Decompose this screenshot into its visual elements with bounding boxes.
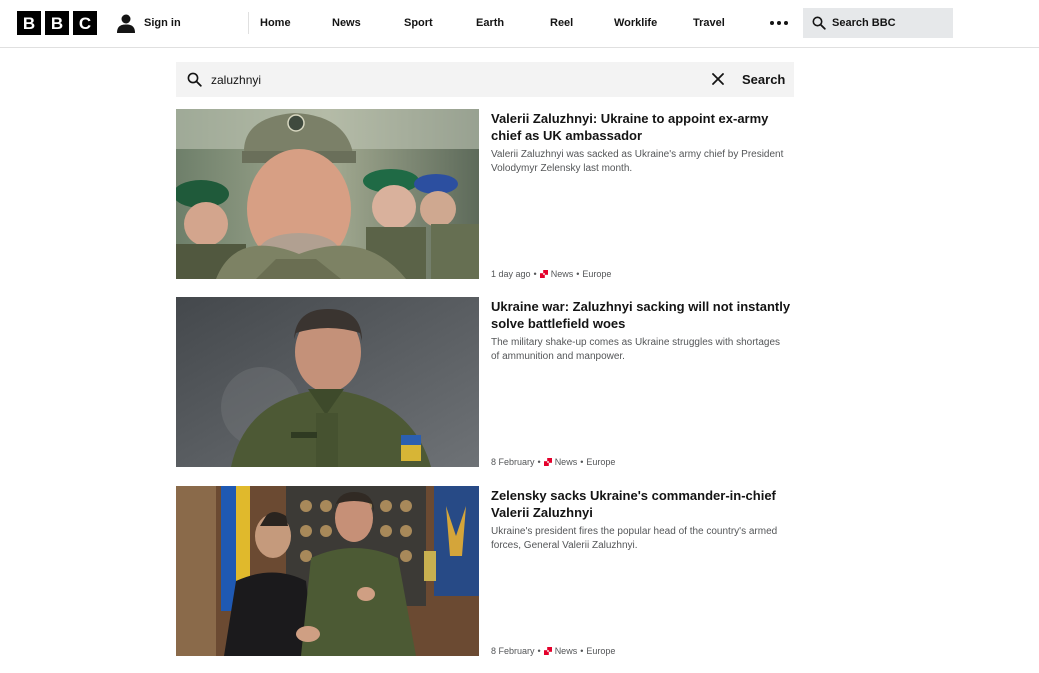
result-thumbnail[interactable]: [176, 109, 479, 279]
news-section-icon: [539, 270, 548, 278]
result-title[interactable]: Zelensky sacks Ukraine's commander-in-ch…: [491, 486, 791, 521]
signin-link[interactable]: Sign in: [116, 11, 181, 35]
search-result: Zelensky sacks Ukraine's commander-in-ch…: [176, 486, 794, 656]
result-subsection[interactable]: Europe: [586, 457, 615, 467]
header-search-box[interactable]: Search BBC: [803, 8, 953, 38]
more-dot: [784, 21, 788, 25]
meta-separator: •: [580, 646, 584, 656]
nav-news[interactable]: News: [332, 17, 361, 29]
search-result: Ukraine war: Zaluzhnyi sacking will not …: [176, 297, 794, 467]
meta-separator: •: [580, 457, 584, 467]
result-description: The military shake-up comes as Ukraine s…: [491, 337, 781, 362]
result-time: 8 February: [491, 646, 535, 656]
logo-letter-c: C: [73, 11, 97, 35]
result-body: Ukraine war: Zaluzhnyi sacking will not …: [491, 297, 791, 467]
more-dot: [770, 21, 774, 25]
result-meta: 8 February • News • Europe: [491, 646, 615, 656]
result-time: 8 February: [491, 457, 535, 467]
result-subsection[interactable]: Europe: [582, 269, 611, 279]
nav-home[interactable]: Home: [260, 17, 291, 29]
logo-letter-b2: B: [45, 11, 69, 35]
result-image: [176, 297, 479, 467]
result-subsection[interactable]: Europe: [586, 646, 615, 656]
news-section-icon: [543, 458, 552, 466]
search-input[interactable]: [211, 62, 691, 97]
result-meta: 1 day ago • News • Europe: [491, 269, 611, 279]
nav-reel[interactable]: Reel: [550, 17, 573, 29]
more-dots-icon[interactable]: [770, 21, 788, 25]
result-section[interactable]: News: [555, 646, 578, 656]
search-icon: [812, 16, 826, 30]
more-dot: [777, 21, 781, 25]
result-description: Valerii Zaluzhnyi was sacked as Ukraine'…: [491, 149, 784, 174]
meta-separator: •: [576, 269, 580, 279]
result-thumbnail[interactable]: [176, 297, 479, 467]
search-result: Valerii Zaluzhnyi: Ukraine to appoint ex…: [176, 109, 794, 279]
meta-separator: •: [537, 646, 541, 656]
result-description: Ukraine's president fires the popular he…: [491, 526, 778, 551]
nav-sport[interactable]: Sport: [404, 17, 433, 29]
result-image: [176, 486, 479, 656]
bbc-logo[interactable]: B B C: [17, 11, 97, 35]
result-section[interactable]: News: [555, 457, 578, 467]
nav-worklife[interactable]: Worklife: [614, 17, 657, 29]
search-icon: [187, 72, 202, 87]
news-section-icon: [543, 647, 552, 655]
header-search-label: Search BBC: [832, 17, 896, 29]
result-title[interactable]: Ukraine war: Zaluzhnyi sacking will not …: [491, 297, 791, 332]
result-time: 1 day ago: [491, 269, 531, 279]
close-icon[interactable]: [711, 72, 725, 86]
result-body: Valerii Zaluzhnyi: Ukraine to appoint ex…: [491, 109, 791, 279]
user-icon: [117, 14, 135, 33]
logo-letter-b1: B: [17, 11, 41, 35]
search-bar: Search: [176, 62, 794, 97]
nav-travel[interactable]: Travel: [693, 17, 725, 29]
meta-separator: •: [537, 457, 541, 467]
result-image: [176, 109, 479, 279]
search-button[interactable]: Search: [742, 62, 785, 97]
signin-label: Sign in: [144, 17, 181, 29]
result-section[interactable]: News: [551, 269, 574, 279]
result-thumbnail[interactable]: [176, 486, 479, 656]
header-divider: [248, 12, 249, 34]
result-body: Zelensky sacks Ukraine's commander-in-ch…: [491, 486, 791, 656]
result-meta: 8 February • News • Europe: [491, 457, 615, 467]
site-header: B B C Sign in Home News Sport Earth Reel…: [0, 0, 1039, 48]
meta-separator: •: [533, 269, 537, 279]
nav-earth[interactable]: Earth: [476, 17, 504, 29]
result-title[interactable]: Valerii Zaluzhnyi: Ukraine to appoint ex…: [491, 109, 791, 144]
